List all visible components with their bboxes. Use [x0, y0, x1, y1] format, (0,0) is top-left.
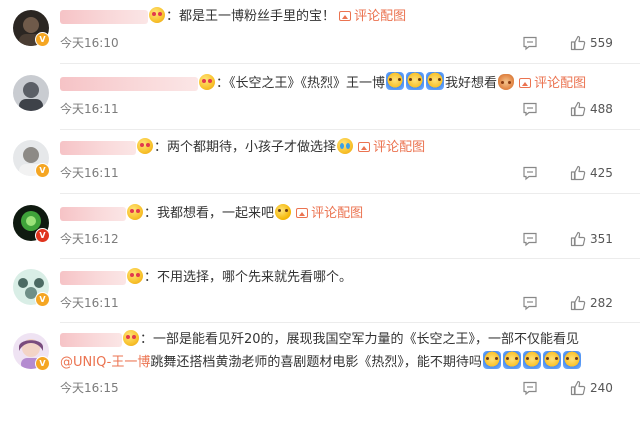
like-count: 351: [590, 232, 613, 246]
timestamp: 今天16:10: [60, 36, 119, 50]
cheer-emoji-icon: [562, 351, 581, 369]
cheer-emoji-icon: [482, 351, 501, 369]
comment-text: ：不用选择，哪个先来就先看哪个。: [60, 267, 614, 289]
comment-image-link-label: 评论配图: [354, 9, 407, 24]
like-count: 425: [590, 166, 613, 180]
comment-image-link[interactable]: 评论配图: [358, 140, 425, 155]
comment-content: ：一部是能看见歼20的，展现我国空军力量的《长空之王》，一部不仅能看见: [140, 332, 580, 347]
comment-image-link[interactable]: 评论配图: [339, 9, 406, 24]
verified-v-badge-icon: V: [35, 356, 50, 371]
like-count: 559: [590, 36, 613, 50]
cheer-emoji-icon: [502, 351, 521, 369]
comment-meta: 今天16:11 488: [60, 100, 640, 118]
like-count: 282: [590, 296, 613, 310]
username[interactable]: [60, 9, 148, 24]
comment-meta: 今天16:12 351: [60, 230, 640, 248]
divider: [60, 63, 640, 64]
comment-content: ：两个都期待，小孩子才做选择: [154, 140, 337, 155]
comment-icon[interactable]: [522, 35, 538, 51]
verified-v-badge-icon: V: [35, 163, 50, 178]
comment-image-link-label: 评论配图: [534, 76, 587, 91]
like-count: 240: [590, 381, 613, 395]
cheer-emoji-icon: [426, 72, 445, 90]
comment-meta: 今天16:11 282: [60, 294, 640, 312]
love-emoji-icon: [149, 7, 165, 23]
comment-content: 跳舞还搭档黄渤老师的喜剧题材电影《热烈》，能不期待吗: [150, 355, 482, 370]
comment-text: ：两个都期待，小孩子才做选择 评论配图: [60, 137, 614, 159]
comment-meta: 今天16:11 425: [60, 164, 640, 182]
comment-content: ：《长空之王》《热烈》王一博: [216, 76, 386, 91]
comment-content: ：都是王一博粉丝手里的宝！: [166, 9, 336, 24]
comment-text: ：我都想看，一起来吧 评论配图: [60, 203, 614, 225]
thumbs-up-icon: [570, 231, 586, 247]
party-emoji-icon: [275, 204, 292, 220]
divider: [60, 322, 640, 323]
like-button[interactable]: 282: [570, 294, 613, 312]
divider: [60, 193, 640, 194]
username[interactable]: [60, 332, 122, 347]
comment-icon[interactable]: [522, 101, 538, 117]
love-emoji-icon: [123, 330, 139, 346]
comment-content: ：不用选择，哪个先来就先看哪个。: [144, 270, 353, 285]
comment-meta: 今天16:15 240: [60, 379, 640, 397]
username[interactable]: [60, 206, 126, 221]
comment-icon[interactable]: [522, 231, 538, 247]
verified-v-badge-icon: V: [35, 32, 50, 47]
comment-text: ：一部是能看见歼20的，展现我国空军力量的《长空之王》，一部不仅能看见 @UNIQ…: [60, 329, 614, 374]
comment-image-link[interactable]: 评论配图: [519, 76, 586, 91]
comment-icon[interactable]: [522, 380, 538, 396]
verified-v-badge-icon: V: [35, 228, 50, 243]
thumbs-up-icon: [570, 295, 586, 311]
username[interactable]: [60, 76, 198, 91]
love-emoji-icon: [137, 138, 153, 154]
verified-v-badge-icon: V: [35, 292, 50, 307]
timestamp: 今天16:11: [60, 102, 119, 116]
mention-link[interactable]: @UNIQ-王一博: [60, 355, 150, 370]
username[interactable]: [60, 140, 136, 155]
cheer-emoji-icon: [542, 351, 561, 369]
avatar[interactable]: [13, 75, 49, 111]
thumbs-up-icon: [570, 165, 586, 181]
timestamp: 今天16:11: [60, 296, 119, 310]
timestamp: 今天16:11: [60, 166, 119, 180]
comment-icon[interactable]: [522, 295, 538, 311]
like-button[interactable]: 351: [570, 230, 613, 248]
username[interactable]: [60, 270, 126, 285]
comment-image-link[interactable]: 评论配图: [296, 206, 363, 221]
comment-image-link-label: 评论配图: [311, 206, 364, 221]
comment-content: 我好想看: [445, 76, 498, 91]
picture-icon: [358, 142, 371, 152]
love-emoji-icon: [127, 204, 143, 220]
picture-icon: [519, 78, 532, 88]
cheer-emoji-icon: [522, 351, 541, 369]
thumbs-up-icon: [570, 35, 586, 51]
like-button[interactable]: 559: [570, 34, 613, 52]
like-button[interactable]: 488: [570, 100, 613, 118]
thumbs-up-icon: [570, 380, 586, 396]
comment-icon[interactable]: [522, 165, 538, 181]
love-emoji-icon: [199, 74, 215, 90]
comment-text: ：《长空之王》《热烈》王一博 我好想看 评论配图: [60, 72, 614, 95]
lucky-bag-emoji-icon: [498, 74, 515, 90]
thumbs-up-icon: [570, 101, 586, 117]
comment-meta: 今天16:10 559: [60, 34, 640, 52]
timestamp: 今天16:15: [60, 381, 119, 395]
divider: [60, 258, 640, 259]
comment-text: ：都是王一博粉丝手里的宝！ 评论配图: [60, 6, 614, 28]
cheer-emoji-icon: [386, 72, 405, 90]
picture-icon: [339, 11, 352, 21]
crying-emoji-icon: [337, 138, 354, 154]
like-button[interactable]: 425: [570, 164, 613, 182]
divider: [60, 129, 640, 130]
comment-image-link-label: 评论配图: [373, 140, 426, 155]
like-button[interactable]: 240: [570, 379, 613, 397]
timestamp: 今天16:12: [60, 232, 119, 246]
comment-content: ：我都想看，一起来吧: [144, 206, 275, 221]
cheer-emoji-icon: [406, 72, 425, 90]
picture-icon: [296, 208, 309, 218]
love-emoji-icon: [127, 268, 143, 284]
like-count: 488: [590, 102, 613, 116]
